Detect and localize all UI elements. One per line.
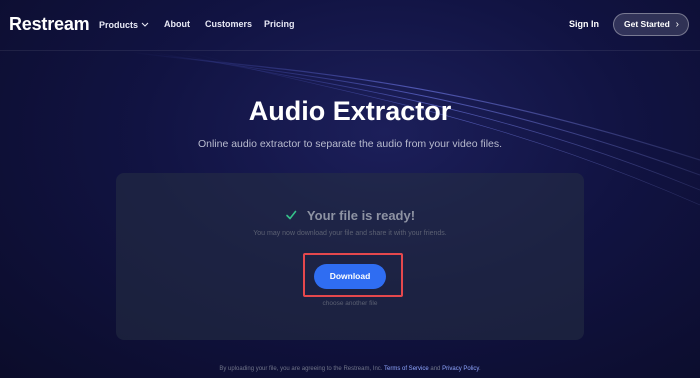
nav-products-label: Products bbox=[99, 20, 139, 30]
restream-logo[interactable]: Restream bbox=[9, 14, 90, 35]
legal-prefix: By uploading your file, you are agreeing… bbox=[219, 366, 383, 372]
sign-in-link[interactable]: Sign In bbox=[569, 19, 599, 29]
page: Restream Products About Customers Pricin… bbox=[0, 0, 700, 378]
get-started-label: Get Started bbox=[624, 19, 670, 29]
status-title: Your file is ready! bbox=[306, 208, 416, 223]
legal-period: . bbox=[478, 366, 481, 372]
download-button[interactable]: Download bbox=[314, 264, 386, 289]
privacy-policy-link[interactable]: Privacy Policy bbox=[442, 366, 479, 372]
get-started-button[interactable]: Get Started › bbox=[613, 13, 689, 36]
chevron-down-icon bbox=[141, 19, 149, 29]
status-row: Your file is ready! bbox=[116, 207, 584, 225]
nav-customers[interactable]: Customers bbox=[205, 19, 252, 29]
legal-notice: By uploading your file, you are agreeing… bbox=[0, 366, 700, 372]
status-description: You may now download your file and share… bbox=[253, 230, 447, 237]
nav-pricing[interactable]: Pricing bbox=[264, 19, 295, 29]
terms-of-service-link[interactable]: Terms of Service bbox=[384, 366, 429, 372]
legal-and: and bbox=[430, 366, 441, 372]
page-subtitle: Online audio extractor to separate the a… bbox=[197, 138, 503, 150]
choose-another-file-link[interactable]: choose another file bbox=[116, 300, 584, 307]
top-nav: Restream Products About Customers Pricin… bbox=[0, 0, 700, 51]
page-title: Audio Extractor bbox=[248, 96, 452, 126]
nav-products[interactable]: Products bbox=[99, 19, 149, 30]
nav-about[interactable]: About bbox=[164, 19, 190, 29]
result-card: Your file is ready! You may now download… bbox=[116, 173, 584, 340]
check-icon bbox=[285, 208, 297, 220]
chevron-right-icon: › bbox=[675, 19, 679, 30]
